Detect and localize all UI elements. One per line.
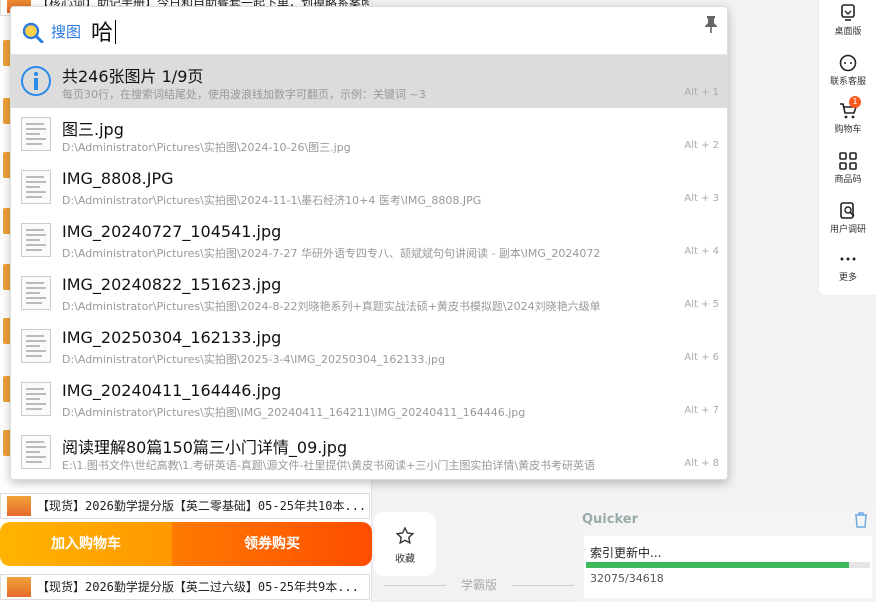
list-item[interactable]: 【现货】2026勤学提分版【英二零基础】05-25年共10本... xyxy=(0,493,370,519)
qrcode-icon xyxy=(839,152,857,170)
result-title: 共246张图片 1/9页 xyxy=(62,67,204,86)
result-row[interactable]: IMG_8808.JPG D:\Administrator\Pictures\实拍… xyxy=(11,161,727,214)
result-path: D:\Administrator\Pictures\实拍图\2024-8-22刘… xyxy=(62,300,601,313)
result-path: 每页30行，在搜索词结尾处，使用波浪线加数字可翻页，示例：关键词 ~3 xyxy=(62,88,426,101)
result-title: 阅读理解80篇150篇三小门详情_09.jpg xyxy=(62,438,348,457)
star-icon xyxy=(395,526,415,545)
index-progress-bar xyxy=(586,562,870,568)
right-toolbar: 桌面版 联系客服 1 购物车 商品码 用户调研 更多 xyxy=(818,0,876,296)
result-title: 图三.jpg xyxy=(62,120,124,139)
quicker-panel: Quicker 索引更新中... 32075/34618 xyxy=(578,506,876,602)
result-path: D:\Administrator\Pictures\实拍图\2024-11-1\… xyxy=(62,194,482,207)
result-shortcut: Alt + 3 xyxy=(684,193,719,204)
coupon-buy-button[interactable]: 领券购买 xyxy=(172,522,372,566)
result-shortcut: Alt + 6 xyxy=(684,352,719,363)
index-progress-fill xyxy=(586,562,850,568)
info-icon xyxy=(21,66,51,96)
result-shortcut: Alt + 4 xyxy=(684,246,719,257)
result-shortcut: Alt + 2 xyxy=(684,140,719,151)
sidebar-item-qrcode[interactable]: 商品码 xyxy=(819,148,876,194)
result-path: D:\Administrator\Pictures\实拍图\2025-3-4\I… xyxy=(62,353,445,366)
sidebar-item-more[interactable]: 更多 xyxy=(819,246,876,292)
image-thumbnail-icon xyxy=(21,223,51,257)
footer-label: 学霸版 xyxy=(384,576,574,594)
more-icon xyxy=(840,257,856,261)
result-title: IMG_8808.JPG xyxy=(62,169,174,188)
image-thumbnail-icon xyxy=(21,435,51,469)
result-row[interactable]: IMG_20240411_164446.jpg D:\Administrator\… xyxy=(11,373,727,426)
result-summary-row[interactable]: 共246张图片 1/9页每页30行，在搜索词结尾处，使用波浪线加数字可翻页，示例… xyxy=(11,55,727,108)
text-caret xyxy=(115,20,116,44)
result-path: D:\Administrator\Pictures\实拍图\2024-7-27 … xyxy=(62,247,601,260)
sidebar-item-survey[interactable]: 用户调研 xyxy=(819,198,876,244)
result-row[interactable]: 阅读理解80篇150篇三小门详情_09.jpg E:\1.图书文件\世纪高教\1.… xyxy=(11,426,727,479)
result-shortcut: Alt + 8 xyxy=(684,458,719,469)
list-item-title: 【现货】2026勤学提分版【英二零基础】05-25年共10本... xyxy=(37,499,367,513)
index-status-box: 索引更新中... 32075/34618 xyxy=(584,536,872,598)
list-item[interactable]: 【现货】2026勤学提分版【英二过六级】05-25年共9本... xyxy=(0,574,370,600)
product-thumbnail xyxy=(7,496,31,516)
survey-icon xyxy=(840,202,855,219)
quicker-title: Quicker xyxy=(582,512,638,527)
sidebar-item-contact[interactable]: 联系客服 xyxy=(819,50,876,96)
cart-badge: 1 xyxy=(849,96,861,108)
list-item-title: 【现货】2026勤学提分版【英二过六级】05-25年共9本... xyxy=(37,580,359,594)
result-row[interactable]: 图三.jpg D:\Administrator\Pictures\实拍图\2024… xyxy=(11,108,727,161)
index-count: 32075/34618 xyxy=(590,572,664,585)
result-title: IMG_20240822_151623.jpg xyxy=(62,275,282,294)
search-popup: 搜图 共246张图片 1/9页每页30行，在搜索词结尾处，使用波浪线加数字可翻页… xyxy=(10,6,728,480)
favorite-button[interactable]: 收藏 xyxy=(374,512,436,576)
result-row[interactable]: IMG_20240822_151623.jpg D:\Administrator\… xyxy=(11,267,727,320)
search-label: 搜图 xyxy=(51,23,82,41)
result-path: E:\1.图书文件\世纪高教\1.考研英语-真题\源文件-社里提供\黄皮书阅读+… xyxy=(62,459,596,472)
result-title: IMG_20240411_164446.jpg xyxy=(62,381,282,400)
result-row[interactable]: IMG_20240727_104541.jpg D:\Administrator\… xyxy=(11,214,727,267)
image-thumbnail-icon xyxy=(21,382,51,416)
image-thumbnail-icon xyxy=(21,276,51,310)
pin-icon[interactable] xyxy=(703,15,719,33)
search-logo-icon xyxy=(22,22,44,43)
image-thumbnail-icon xyxy=(21,329,51,363)
result-shortcut: Alt + 5 xyxy=(684,299,719,310)
result-shortcut: Alt + 1 xyxy=(684,87,719,98)
search-bar: 搜图 xyxy=(11,7,727,55)
result-title: IMG_20250304_162133.jpg xyxy=(62,328,282,347)
result-row[interactable]: IMG_20250304_162133.jpg D:\Administrator\… xyxy=(11,320,727,373)
index-status: 索引更新中... xyxy=(590,546,662,560)
sidebar-item-desktop[interactable]: 桌面版 xyxy=(819,0,876,46)
chat-icon xyxy=(839,54,857,72)
desktop-icon xyxy=(841,4,855,21)
search-input[interactable] xyxy=(91,15,691,47)
result-path: D:\Administrator\Pictures\实拍图\2024-10-26… xyxy=(62,141,351,154)
trash-icon[interactable] xyxy=(854,512,868,528)
image-thumbnail-icon xyxy=(21,170,51,204)
image-thumbnail-icon xyxy=(21,117,51,151)
result-shortcut: Alt + 7 xyxy=(684,405,719,416)
add-to-cart-button[interactable]: 加入购物车 xyxy=(0,522,172,566)
product-thumbnail xyxy=(7,577,31,597)
sidebar-item-cart[interactable]: 1 购物车 xyxy=(819,96,876,144)
result-title: IMG_20240727_104541.jpg xyxy=(62,222,282,241)
result-path: D:\Administrator\Pictures\实拍图\IMG_202404… xyxy=(62,406,526,419)
